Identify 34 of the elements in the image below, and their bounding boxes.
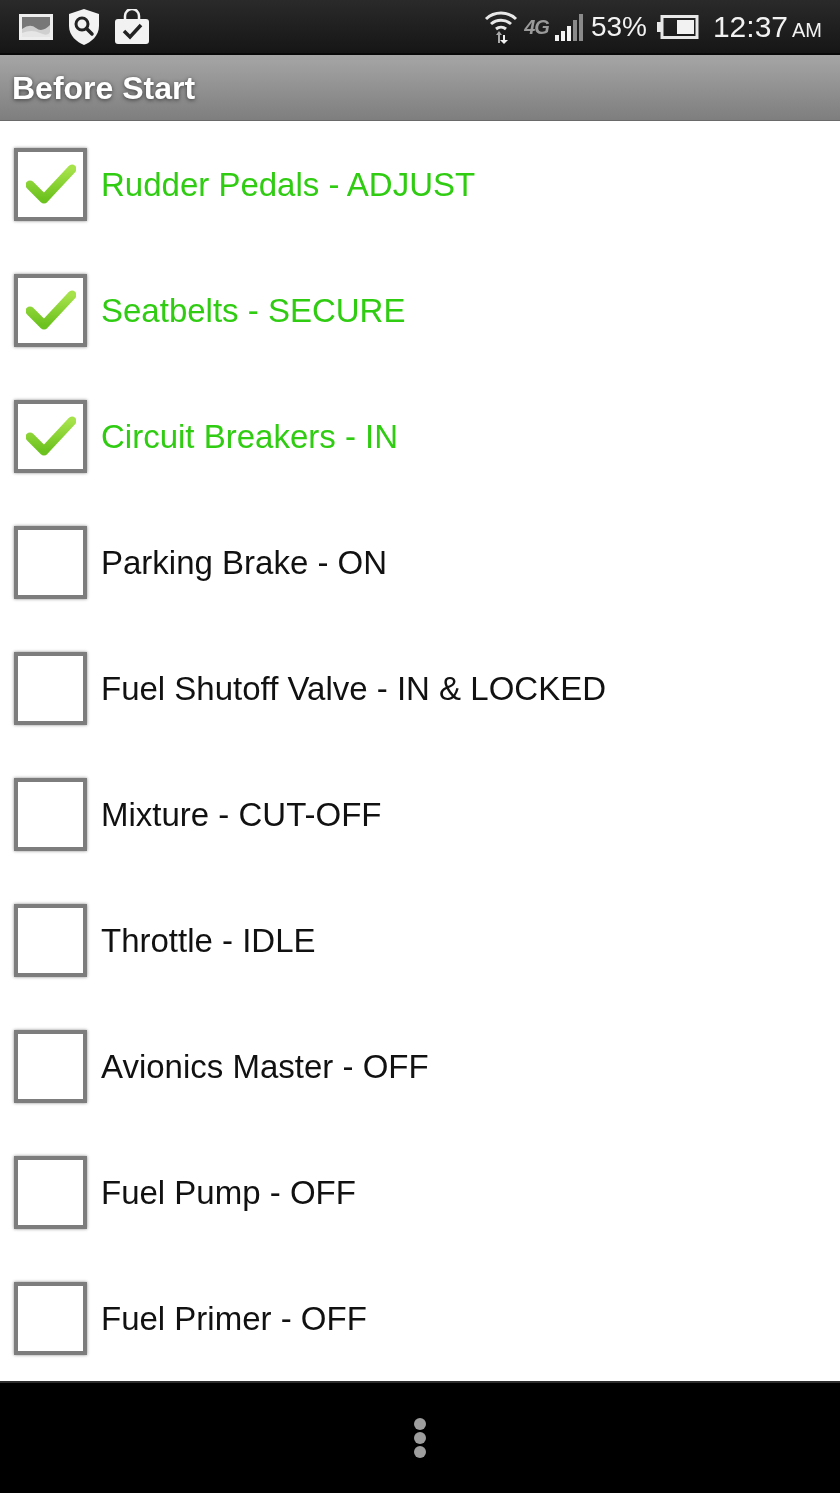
checkbox[interactable] xyxy=(14,273,87,347)
checkmark-icon xyxy=(25,290,76,331)
checkbox[interactable] xyxy=(14,1155,87,1229)
picture-icon xyxy=(18,12,54,41)
clock-time: 12:37 xyxy=(712,11,788,42)
checklist-item-label: Rudder Pedals - ADJUST xyxy=(101,167,476,201)
checkbox[interactable] xyxy=(14,147,87,221)
network-type-label: 4G xyxy=(524,16,549,37)
checklist-item-label: Seatbelts - SECURE xyxy=(101,293,406,327)
checkbox[interactable] xyxy=(14,1281,87,1355)
checkmark-icon xyxy=(25,416,76,457)
checkbox[interactable] xyxy=(14,1029,87,1103)
clock-meridiem: AM xyxy=(792,19,822,40)
checkbox[interactable] xyxy=(14,903,87,977)
signal-icon xyxy=(554,12,585,41)
checklist-item-label: Parking Brake - ON xyxy=(101,545,388,579)
checkbox[interactable] xyxy=(14,651,87,725)
checkbox[interactable] xyxy=(14,777,87,851)
checklist-item-label: Mixture - CUT-OFF xyxy=(101,797,382,831)
shield-search-icon xyxy=(68,7,100,46)
shopping-bag-check-icon xyxy=(114,8,150,45)
checklist-item-label: Avionics Master - OFF xyxy=(101,1049,429,1083)
checkbox[interactable] xyxy=(14,525,87,599)
checklist-item-label: Fuel Primer - OFF xyxy=(101,1301,367,1335)
menu-icon[interactable] xyxy=(413,1417,427,1460)
screen-title: Before Start xyxy=(12,71,196,104)
checklist-item-label: Throttle - IDLE xyxy=(101,923,316,957)
battery-icon xyxy=(656,14,699,39)
battery-percent: 53% xyxy=(590,12,647,41)
checklist-item-label: Fuel Shutoff Valve - IN & LOCKED xyxy=(101,671,606,705)
checklist-item-label: Circuit Breakers - IN xyxy=(101,419,399,453)
checkbox[interactable] xyxy=(14,399,87,473)
checklist-item-label: Fuel Pump - OFF xyxy=(101,1175,356,1209)
checkmark-icon xyxy=(25,164,76,205)
